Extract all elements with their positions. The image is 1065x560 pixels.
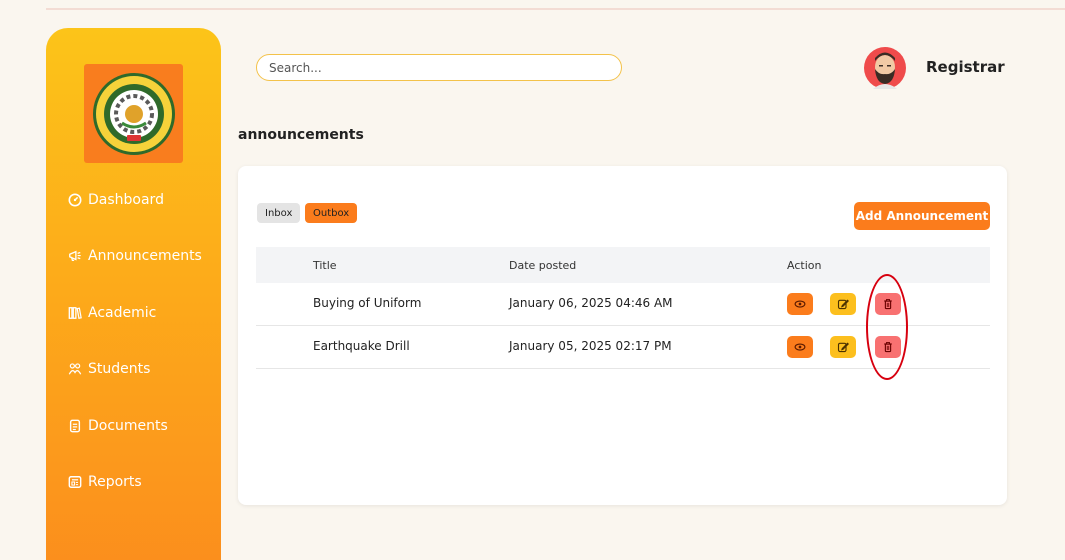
annotation-circle [866,274,908,380]
sidebar-item-announcements[interactable]: Announcements [68,244,202,268]
megaphone-icon [69,250,81,261]
column-header-date: Date posted [509,259,577,272]
sidebar-item-label: Dashboard [88,192,164,208]
avatar[interactable] [864,47,906,89]
user-name[interactable]: Registrar [926,58,1005,76]
view-button[interactable] [787,336,813,358]
dashboard-icon [68,193,82,207]
tab-inbox[interactable]: Inbox [257,203,301,223]
page-title: announcements [238,127,364,143]
school-logo [84,64,183,163]
edit-icon [837,299,849,310]
sidebar-item-label: Students [88,361,151,377]
eye-icon [794,343,806,351]
sidebar-item-documents[interactable]: Documents [68,414,168,438]
sidebar-item-label: Academic [88,305,157,321]
books-icon [68,307,82,319]
sidebar-item-label: Reports [88,474,142,490]
edit-button[interactable] [830,293,856,315]
reports-icon [68,476,82,488]
add-announcement-button[interactable]: Add Announcement [854,202,990,230]
column-header-title: Title [313,259,337,272]
tab-outbox[interactable]: Outbox [305,203,358,223]
sidebar-item-dashboard[interactable]: Dashboard [68,188,164,212]
edit-icon [837,342,849,353]
sidebar-item-reports[interactable]: Reports [68,470,142,494]
sidebar-item-label: Documents [88,418,168,434]
row-title: Earthquake Drill [313,339,410,353]
eye-icon [794,300,806,308]
edit-button[interactable] [830,336,856,358]
row-date: January 06, 2025 04:46 AM [509,296,673,310]
user-avatar-icon [864,47,906,89]
column-header-action: Action [787,259,822,272]
row-date: January 05, 2025 02:17 PM [509,339,672,353]
row-title: Buying of Uniform [313,296,422,310]
document-icon [69,419,81,433]
search-input[interactable] [256,54,622,81]
sidebar-item-academic[interactable]: Academic [68,301,156,325]
view-button[interactable] [787,293,813,315]
sidebar-item-students[interactable]: Students [68,357,150,381]
students-icon [68,363,82,375]
sidebar: Dashboard Announcements Academic Student… [46,28,221,560]
school-seal-icon [92,72,175,155]
sidebar-item-label: Announcements [88,248,202,264]
top-divider [46,8,1065,10]
